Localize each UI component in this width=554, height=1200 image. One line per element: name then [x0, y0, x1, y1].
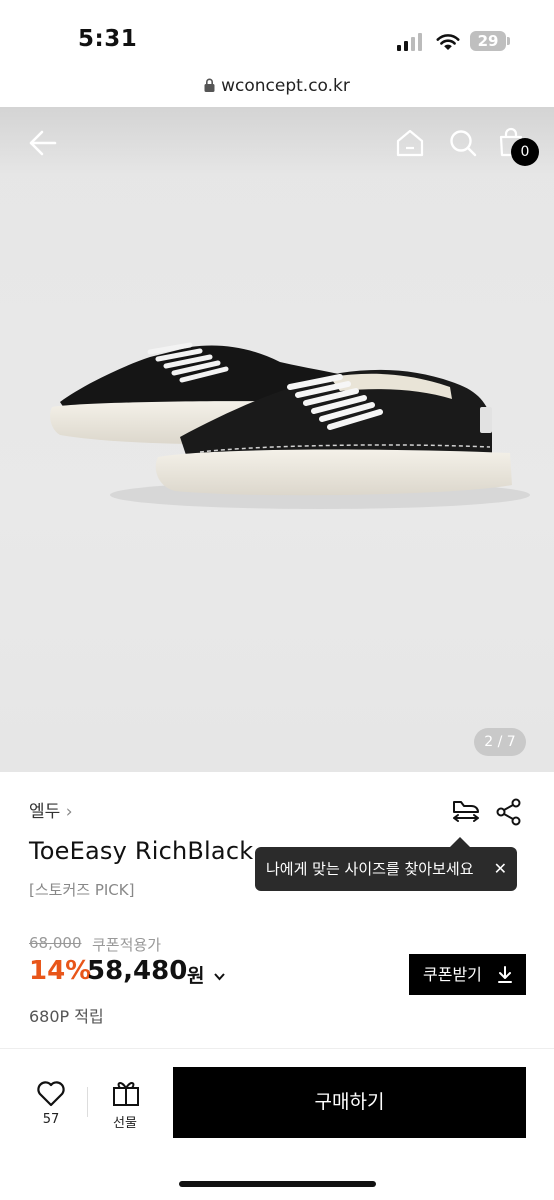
share-icon[interactable]	[495, 798, 523, 826]
gallery-page-indicator: 2 / 7	[474, 728, 526, 756]
tooltip-arrow	[450, 837, 470, 847]
product-image	[50, 342, 530, 509]
home-icon[interactable]	[396, 129, 424, 157]
buy-button[interactable]: 구매하기	[173, 1067, 526, 1138]
search-icon[interactable]	[449, 129, 477, 157]
discount-rate: 14%	[29, 956, 92, 986]
wifi-icon	[436, 34, 460, 50]
address-bar[interactable]: wconcept.co.kr	[0, 70, 554, 107]
brand-name: 엘두	[29, 802, 61, 822]
price-currency[interactable]: 원	[187, 961, 226, 988]
coupon-button-label: 쿠폰받기	[423, 965, 482, 984]
cart-count-badge: 0	[511, 138, 539, 166]
battery-level: 29	[477, 32, 499, 50]
bottom-bar-separator	[87, 1087, 88, 1117]
status-time: 5:31	[78, 26, 138, 52]
gift-label: 선물	[113, 1116, 137, 1131]
chevron-right-icon: ›	[65, 802, 73, 822]
home-indicator	[179, 1181, 376, 1187]
signal-icon	[397, 33, 422, 51]
size-tooltip: 나에게 맞는 사이즈를 찾아보세요 ✕	[255, 847, 517, 891]
shoe-size-icon[interactable]	[451, 798, 481, 826]
brand-link[interactable]: 엘두 ›	[29, 797, 73, 822]
back-arrow-icon[interactable]	[28, 129, 58, 157]
close-icon[interactable]: ✕	[494, 847, 507, 891]
product-tag: [스토커즈 PICK]	[29, 881, 135, 899]
reward-points: 680P 적립	[29, 1007, 104, 1026]
coupon-download-button[interactable]: 쿠폰받기	[409, 954, 526, 995]
download-icon	[498, 966, 512, 983]
section-divider	[0, 1048, 554, 1049]
size-tooltip-text: 나에게 맞는 사이즈를 찾아보세요	[266, 860, 474, 878]
currency-label: 원	[187, 965, 205, 987]
heart-icon[interactable]	[36, 1080, 66, 1107]
product-image-gallery[interactable]: 0 2 / 7	[0, 107, 554, 772]
original-price: 68,000	[29, 934, 82, 952]
lock-icon	[204, 78, 215, 92]
battery-icon: 29	[470, 31, 506, 51]
coupon-price-label: 쿠폰적용가	[92, 936, 162, 954]
product-title: ToeEasy RichBlack	[29, 837, 254, 865]
gift-icon[interactable]	[112, 1079, 140, 1107]
status-bar: 5:31 29	[0, 0, 554, 70]
battery-tip	[507, 37, 510, 45]
url-text: wconcept.co.kr	[221, 76, 350, 96]
like-count: 57	[42, 1112, 60, 1127]
chevron-down-icon	[214, 973, 225, 981]
sale-price: 58,480	[87, 956, 188, 986]
